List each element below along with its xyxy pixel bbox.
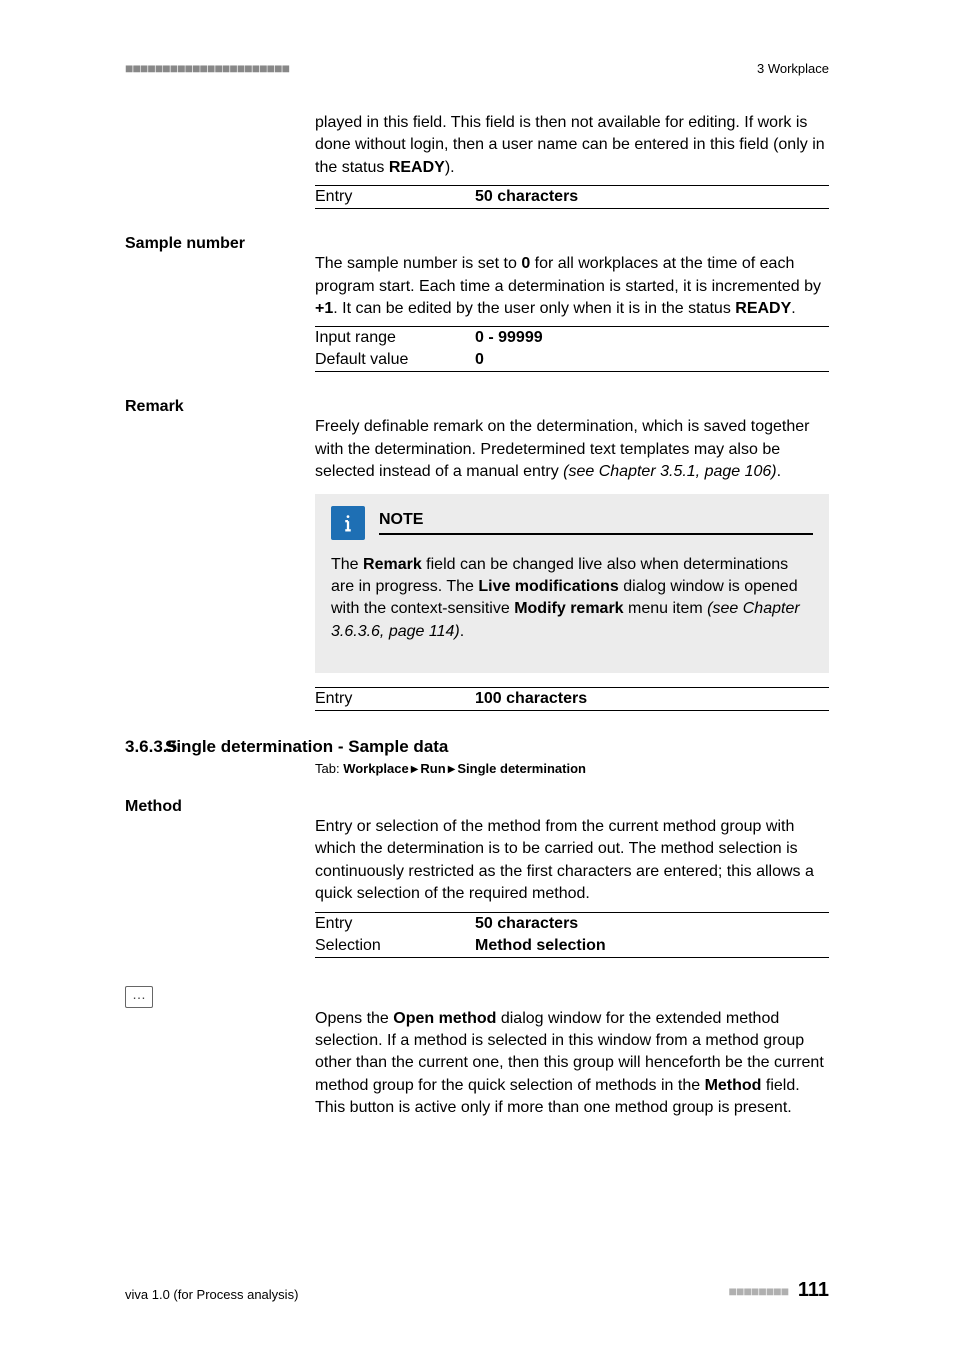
tab-p0: Workplace <box>343 761 409 776</box>
sn-input-range-val: 0 - 99999 <box>475 329 829 347</box>
sample-number-label: Sample number <box>125 235 245 252</box>
tab-p1: Run <box>420 761 445 776</box>
ellipsis-paragraph: Opens the Open method dialog window for … <box>315 1008 829 1120</box>
note-b: Remark <box>363 556 422 573</box>
triangle-icon: ▶ <box>411 764 419 775</box>
sn-plusone: +1 <box>315 300 333 317</box>
note-title: NOTE <box>379 511 813 535</box>
ellipsis-button-icon[interactable]: … <box>125 986 153 1008</box>
note-box: NOTE The Remark field can be changed liv… <box>315 494 829 674</box>
remark-text-c: . <box>777 463 781 480</box>
method-selection-val: Method selection <box>475 937 829 955</box>
sn-zero: 0 <box>521 255 530 272</box>
remark-entry-key: Entry <box>315 690 475 708</box>
sn-ready: READY <box>735 300 791 317</box>
intro-status: READY <box>389 159 445 176</box>
sn-default-key: Default value <box>315 351 475 369</box>
tab-p2: Single determination <box>457 761 586 776</box>
method-entry-key: Entry <box>315 915 475 933</box>
tab-path: Tab: Workplace▶Run▶Single determination <box>315 761 829 776</box>
note-f: Modify remark <box>514 600 623 617</box>
intro-paragraph: played in this field. This field is then… <box>315 112 829 179</box>
footer-decor-dashes: ■■■■■■■■ <box>729 1283 789 1299</box>
method-selection-key: Selection <box>315 937 475 955</box>
sn-default-val: 0 <box>475 351 829 369</box>
header-section: 3 Workplace <box>757 61 829 76</box>
note-i: . <box>460 623 464 640</box>
remark-label: Remark <box>125 398 184 415</box>
note-a: The <box>331 556 363 573</box>
ellip-d: Method <box>705 1077 762 1094</box>
sn-input-range-key: Input range <box>315 329 475 347</box>
method-label: Method <box>125 798 182 815</box>
remark-ref: (see Chapter 3.5.1, page 106) <box>563 463 776 480</box>
ellip-a: Opens the <box>315 1010 393 1027</box>
note-d: Live modifications <box>478 578 618 595</box>
sample-number-paragraph: The sample number is set to 0 for all wo… <box>315 253 829 320</box>
tab-prefix: Tab: <box>315 761 343 776</box>
note-g: menu item <box>624 600 708 617</box>
sn-text-a: The sample number is set to <box>315 255 521 272</box>
intro-entry-key: Entry <box>315 188 475 206</box>
remark-paragraph: Freely definable remark on the determina… <box>315 416 829 483</box>
footer-page-number: 111 <box>798 1279 829 1301</box>
subsection-title: Single determination - Sample data <box>165 737 448 756</box>
header-decor-dashes: ■■■■■■■■■■■■■■■■■■■■■■ <box>125 60 289 76</box>
note-body: The Remark field can be changed live als… <box>331 554 813 644</box>
intro-entry-val: 50 characters <box>475 188 829 206</box>
triangle-icon: ▶ <box>448 764 456 775</box>
sn-text-e: . It can be edited by the user only when… <box>333 300 735 317</box>
method-paragraph: Entry or selection of the method from th… <box>315 816 829 906</box>
footer-product: viva 1.0 (for Process analysis) <box>125 1287 298 1302</box>
ellip-b: Open method <box>393 1010 496 1027</box>
sn-text-g: . <box>791 300 795 317</box>
intro-text-end: ). <box>445 159 455 176</box>
method-entry-val: 50 characters <box>475 915 829 933</box>
remark-entry-val: 100 characters <box>475 690 829 708</box>
info-icon <box>331 506 365 540</box>
